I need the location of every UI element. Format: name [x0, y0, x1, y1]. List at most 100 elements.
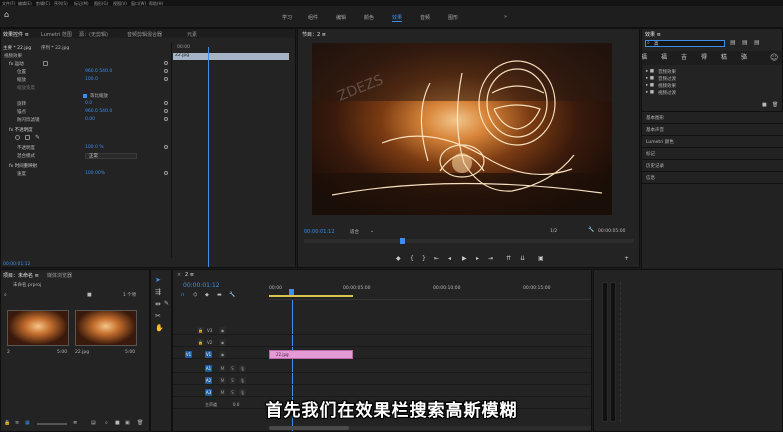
ellipse-mask-icon[interactable] — [15, 135, 20, 140]
project-new-bin-icon[interactable]: ■ — [87, 292, 92, 298]
mark-out-icon[interactable]: } — [422, 255, 426, 262]
prop-row-blend[interactable]: 混合模式 正常 — [1, 153, 171, 160]
workspace-more[interactable]: » — [504, 14, 507, 20]
rect-mask-icon[interactable] — [25, 135, 30, 140]
tab-media-browser[interactable]: 媒体浏览器 — [47, 272, 72, 279]
timeline-playhead-handle[interactable] — [289, 289, 294, 295]
prop-row-rotation[interactable]: 旋转 0.0 — [1, 101, 171, 108]
position-value[interactable]: 960.0 540.0 — [85, 69, 112, 74]
solo-a1-button[interactable]: S — [229, 365, 236, 372]
wrench-icon[interactable]: 🔧 — [588, 227, 594, 233]
toggle-output-icon[interactable]: ◉ — [219, 327, 226, 334]
antiflicker-value[interactable]: 0.00 — [85, 117, 95, 122]
program-playhead[interactable] — [400, 238, 405, 244]
project-item-1-name[interactable]: 2 — [7, 350, 10, 355]
tree-item-audio-transitions[interactable]: ▸ ■ 音频过渡 — [646, 76, 776, 83]
linked-select-icon[interactable]: ⌬ — [193, 292, 197, 298]
effects-search-value[interactable]: 高 — [654, 41, 659, 47]
ec-bottom-timecode[interactable]: 00:00:01:12 — [3, 262, 30, 267]
track-target-a2[interactable]: A2 — [205, 377, 212, 384]
fx-shortcut-6[interactable]: 糕 — [714, 51, 734, 64]
speed-value[interactable]: 100.00% — [85, 171, 105, 176]
lock-track-icon[interactable]: 🔒 — [197, 327, 204, 334]
solo-a3-button[interactable]: S — [229, 389, 236, 396]
add-marker-timeline-icon[interactable]: ◆ — [205, 292, 209, 298]
project-thumb-1[interactable] — [7, 310, 69, 346]
mute-a1-button[interactable]: M — [219, 365, 226, 372]
track-a2[interactable]: A2 M S 🎙 — [173, 376, 591, 385]
fx-shortcut-4[interactable]: 吉 — [674, 51, 694, 64]
workspace-editing[interactable]: 编辑 — [336, 14, 346, 21]
prop-row-opacity[interactable]: 不透明度 100.0 % — [1, 145, 171, 152]
workspace-audio[interactable]: 音频 — [420, 14, 430, 21]
prop-row-antiflicker[interactable]: 防闪烁滤镜 0.00 — [1, 117, 171, 124]
panel-essential-sound[interactable]: 基本声音 — [642, 124, 783, 136]
workspace-assembly[interactable]: 组件 — [308, 14, 318, 21]
project-item-2-name[interactable]: 22.jpg — [75, 350, 89, 355]
track-target-a1[interactable]: A1 — [205, 365, 212, 372]
time-ruler[interactable]: 00:00 00:00:05:00 00:00:10:00 00:00:15:0… — [269, 284, 591, 300]
razor-tool-icon[interactable]: ✂ — [155, 312, 161, 320]
settings-wrench-icon[interactable]: 🔧 — [229, 292, 235, 298]
mark-in-icon[interactable]: { — [410, 255, 414, 262]
opacity-value[interactable]: 100.0 % — [85, 145, 104, 150]
prop-row-motion[interactable]: fx 运动 — [1, 61, 171, 68]
export-frame-icon[interactable]: ▣ — [538, 255, 544, 262]
effects-delete-icon[interactable]: 🗑 — [772, 102, 778, 108]
reset-icon[interactable] — [164, 77, 168, 81]
prop-row-opacity-group[interactable]: fx 不透明度 — [1, 127, 171, 134]
step-forward-icon[interactable]: ▸ — [476, 255, 479, 262]
toggle-output-icon[interactable]: ◉ — [219, 351, 226, 358]
workspace-effects[interactable]: 效果 — [392, 14, 403, 22]
reset-icon[interactable] — [164, 101, 168, 105]
smiley-icon[interactable]: ☺ — [770, 53, 778, 62]
reset-icon[interactable] — [164, 109, 168, 113]
tab-effects[interactable]: 效果 ≡ — [645, 31, 661, 38]
program-timecode[interactable]: 00:00:01:12 — [304, 229, 335, 235]
tab-audio-mixer[interactable]: 音频剪辑混合器 — [127, 31, 162, 38]
prop-row-scale-width[interactable]: 缩放宽度 — [1, 85, 171, 92]
project-search-icon[interactable]: ⌕ — [4, 292, 7, 298]
zoom-slider[interactable] — [37, 423, 67, 425]
fx-shortcut-5[interactable]: 得 — [694, 51, 714, 64]
scale-value[interactable]: 100.0 — [85, 77, 98, 82]
pen-mask-icon[interactable]: ✎ — [35, 134, 40, 141]
timeline-scroll-bar[interactable] — [269, 426, 591, 430]
tree-item-audio-effects[interactable]: ▸ ■ 音频效果 — [646, 69, 776, 76]
hand-tool-icon[interactable]: ✋ — [155, 324, 164, 332]
snap-icon[interactable]: ∩ — [181, 292, 185, 298]
step-back-icon[interactable]: ◂ — [448, 255, 451, 262]
reset-icon[interactable] — [164, 61, 168, 65]
effects-new-folder-icon[interactable]: ■ — [762, 102, 767, 108]
solo-a2-button[interactable]: S — [229, 377, 236, 384]
prop-row-scale[interactable]: 缩放 100.0 — [1, 77, 171, 84]
prop-row-speed[interactable]: 速度 100.00% — [1, 171, 171, 178]
workspace-color[interactable]: 颜色 — [364, 14, 374, 21]
panel-essential-graphics[interactable]: 基本图形 — [642, 112, 783, 124]
tab-effect-controls[interactable]: 效果控件 ≡ — [3, 31, 29, 38]
reset-icon[interactable] — [164, 117, 168, 121]
prop-row-uniform-scale[interactable]: 等比缩放 — [1, 93, 171, 100]
voiceover-a1-icon[interactable]: 🎙 — [239, 365, 246, 372]
voiceover-a2-icon[interactable]: 🎙 — [239, 377, 246, 384]
mute-a3-button[interactable]: M — [219, 389, 226, 396]
lift-icon[interactable]: ⇈ — [506, 255, 511, 262]
fx-shortcut-3[interactable]: 福 — [654, 51, 674, 64]
tree-item-video-transitions[interactable]: ▸ ■ 视频过渡 — [646, 90, 776, 97]
play-icon[interactable]: ▶ — [462, 255, 467, 262]
mute-a2-button[interactable]: M — [219, 377, 226, 384]
panel-markers[interactable]: 标记 — [642, 148, 783, 160]
panel-history[interactable]: 历史记录 — [642, 160, 783, 172]
reset-icon[interactable] — [164, 145, 168, 149]
pen-tool-icon[interactable]: ✎ — [164, 300, 169, 307]
sequence-label[interactable]: 序列 * 22.jpg — [41, 45, 69, 51]
tab-elements[interactable]: 元素 — [187, 31, 197, 38]
track-select-tool-icon[interactable]: ⇶ — [155, 288, 161, 296]
selection-tool-icon[interactable]: ➤ — [155, 276, 161, 284]
fit-dropdown[interactable]: 适合 — [350, 229, 359, 235]
captions-icon[interactable]: ▬ — [217, 292, 222, 298]
track-v2[interactable]: V2 🔒 ◉ — [173, 338, 591, 347]
fit-chevron-icon[interactable]: ⌄ — [370, 228, 374, 234]
prop-row-anchor[interactable]: 锚点 960.0 540.0 — [1, 109, 171, 116]
fx-shortcut-2[interactable]: 福 — [642, 51, 654, 64]
